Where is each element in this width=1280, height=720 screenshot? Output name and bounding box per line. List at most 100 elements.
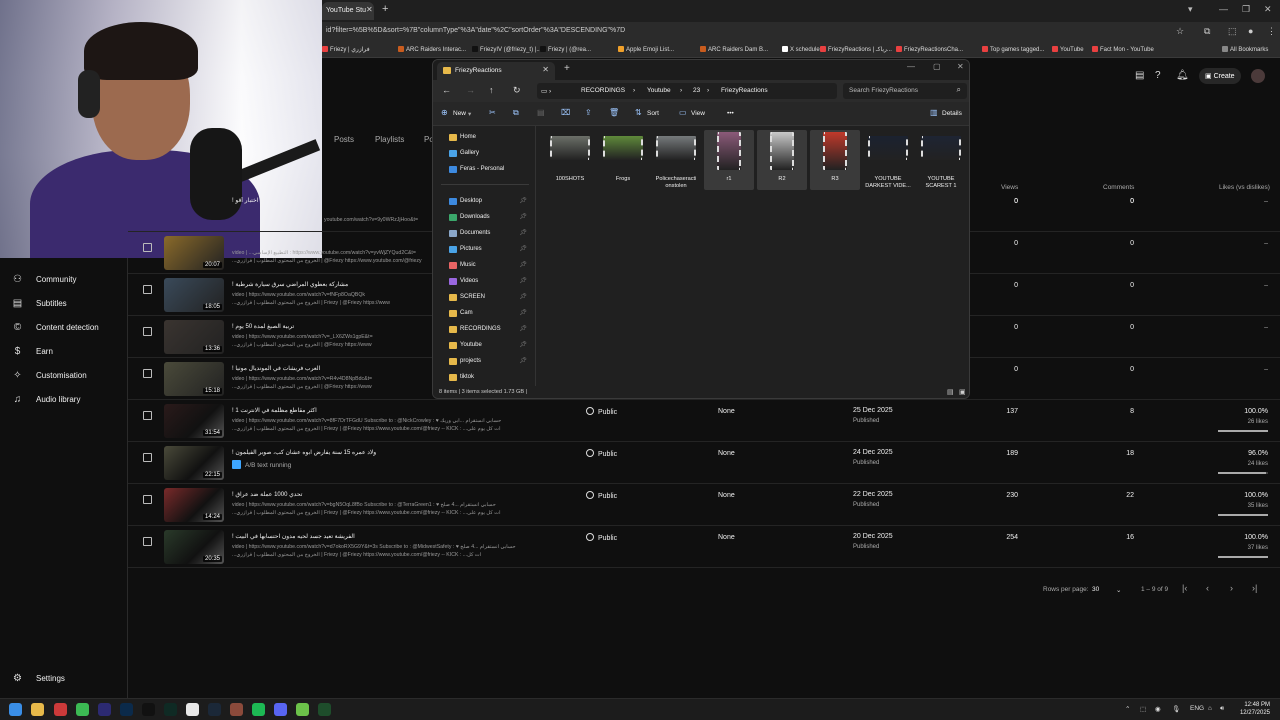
- bookmark-item[interactable]: ARC Raiders Interac...: [398, 46, 466, 53]
- pin-icon[interactable]: 📌︎: [519, 213, 527, 220]
- extensions-icon-2[interactable]: ⬚: [1228, 26, 1237, 37]
- row-checkbox[interactable]: [143, 369, 152, 378]
- bookmark-item[interactable]: Fact Mon - YouTube: [1092, 46, 1154, 53]
- pin-icon[interactable]: 📌︎: [519, 293, 527, 300]
- help-icon[interactable]: ?: [1155, 70, 1161, 81]
- bookmark-item[interactable]: Top games tagged...: [982, 46, 1044, 53]
- tray-icon-2[interactable]: ◉: [1155, 705, 1161, 713]
- sidebar-item-projects[interactable]: projects 📌︎: [433, 354, 533, 370]
- video-thumbnail[interactable]: 22:15: [164, 446, 224, 480]
- video-title[interactable]: ! تربية الصبغ لمدة 50 يوم: [232, 323, 462, 330]
- visibility-cell[interactable]: Public: [586, 449, 617, 458]
- star-icon[interactable]: ☆: [1176, 26, 1184, 37]
- table-row[interactable]: youtube.com/watch?v=9y0WRzJjHoo&t= 0 0 –: [324, 190, 1280, 232]
- feedback-icon[interactable]: ▤: [1135, 70, 1144, 81]
- bookmark-item[interactable]: X schedule: [782, 46, 820, 53]
- next-page-icon[interactable]: ›: [1230, 583, 1233, 593]
- copy-icon[interactable]: ⧉: [513, 108, 519, 118]
- new-tab-icon[interactable]: +: [564, 63, 570, 74]
- row-checkbox[interactable]: [143, 537, 152, 546]
- file-item[interactable]: Policechaseracti onstolen: [651, 130, 701, 190]
- url-text[interactable]: id?filter=%5B%5D&sort=%7B"columnType"%3A…: [326, 27, 625, 34]
- lang-indicator[interactable]: ENG: [1190, 705, 1204, 712]
- sidebar-item-desktop[interactable]: Desktop 📌︎: [433, 194, 533, 210]
- bookmark-item[interactable]: Friezy | (@rea...: [540, 46, 591, 53]
- new-tab-icon[interactable]: +: [382, 3, 388, 15]
- sidebar-item-gallery[interactable]: Gallery: [433, 146, 533, 162]
- file-item[interactable]: R3: [810, 130, 860, 190]
- file-item[interactable]: YOUTUBE DARKEST VIDE...: [863, 130, 913, 190]
- visibility-cell[interactable]: Public: [586, 533, 617, 542]
- bookmark-item[interactable]: YouTube: [1052, 46, 1084, 53]
- table-row[interactable]: 14:24 ! تحدي 1000 عملة ضد عراق video | htt…: [128, 484, 1280, 526]
- mic-icon[interactable]: 🎙︎: [1172, 705, 1180, 713]
- file-item[interactable]: r1: [704, 130, 754, 190]
- video-thumbnail[interactable]: 13:36: [164, 320, 224, 354]
- capcut-icon[interactable]: [164, 703, 177, 716]
- video-title[interactable]: ! مشاركة بعطوي المراضي سرق سيارة شرطية: [232, 281, 462, 288]
- visibility-cell[interactable]: Public: [586, 491, 617, 500]
- pin-icon[interactable]: 📌︎: [519, 261, 527, 268]
- row-checkbox[interactable]: [143, 285, 152, 294]
- table-row[interactable]: 22:15 ! ولاد عمره 15 سنة يفارض ابوه عشان …: [128, 442, 1280, 484]
- close-icon[interactable]: ✕: [542, 65, 549, 74]
- steam-icon[interactable]: [208, 703, 221, 716]
- bookmark-item[interactable]: Friezy | فرازري: [322, 46, 370, 53]
- obs-icon[interactable]: [186, 703, 199, 716]
- sidebar-item-earn[interactable]: $ Earn: [0, 340, 128, 364]
- sidebar-item-downloads[interactable]: Downloads 📌︎: [433, 210, 533, 226]
- photoshop-icon[interactable]: [120, 703, 133, 716]
- chevron-down-icon[interactable]: ▾: [468, 110, 471, 118]
- sidebar-item-youtube[interactable]: Youtube 📌︎: [433, 338, 533, 354]
- paste-icon[interactable]: ▤: [537, 108, 545, 117]
- minimize-icon[interactable]: —: [907, 62, 915, 71]
- spotify-icon[interactable]: [252, 703, 265, 716]
- pin-icon[interactable]: 📌︎: [519, 229, 527, 236]
- cut-icon[interactable]: ✂: [489, 108, 496, 117]
- sort-button[interactable]: Sort: [647, 110, 659, 117]
- row-checkbox[interactable]: [143, 453, 152, 462]
- video-thumbnail[interactable]: 20:07: [164, 236, 224, 270]
- video-title[interactable]: ! اختبار أقو: [232, 197, 462, 204]
- restore-icon[interactable]: ▢: [933, 62, 941, 71]
- video-thumbnail[interactable]: 18:05: [164, 278, 224, 312]
- notification-bell-icon[interactable]: 🔔︎: [1176, 70, 1189, 81]
- details-view-icon[interactable]: ▤: [947, 388, 954, 396]
- table-row[interactable]: 31:54 ! اكثر مقاطع مظلمة في الانترنت 1 vid…: [128, 400, 1280, 442]
- menu-icon[interactable]: ⋮: [1267, 26, 1276, 37]
- row-checkbox[interactable]: [143, 411, 152, 420]
- breadcrumb-23[interactable]: 23: [693, 87, 700, 94]
- refresh-icon[interactable]: ↻: [513, 85, 521, 96]
- sidebar-item-documents[interactable]: Documents 📌︎: [433, 226, 533, 242]
- view-button[interactable]: View: [691, 110, 705, 117]
- address-bar[interactable]: id?filter=%5B%5D&sort=%7B"columnType"%3A…: [322, 22, 1280, 42]
- bookmark-item[interactable]: FriezyReactions | رياكـ...: [820, 46, 892, 53]
- pin-icon[interactable]: 📌︎: [519, 197, 527, 204]
- app-icon-red[interactable]: [54, 703, 67, 716]
- tab-playlists[interactable]: Playlists: [375, 135, 404, 144]
- bookmark-item[interactable]: FriezyIV (@friezy_t) |...: [472, 46, 541, 53]
- breadcrumb-recordings[interactable]: RECORDINGS: [581, 87, 625, 94]
- volume-icon[interactable]: 🔊︎: [1220, 705, 1224, 713]
- video-thumbnail[interactable]: 15:18: [164, 362, 224, 396]
- create-button[interactable]: ▣ Create: [1199, 68, 1241, 84]
- pin-icon[interactable]: 📌︎: [519, 245, 527, 252]
- new-button[interactable]: New: [453, 110, 466, 117]
- sidebar-item-cam[interactable]: Cam 📌︎: [433, 306, 533, 322]
- sidebar-item-screen[interactable]: SCREEN 📌︎: [433, 290, 533, 306]
- minimize-icon[interactable]: —: [1219, 4, 1228, 14]
- visibility-cell[interactable]: Public: [586, 407, 617, 416]
- restore-icon[interactable]: ❐: [1242, 4, 1250, 15]
- sidebar-item-community[interactable]: ⚇ Community: [0, 268, 128, 292]
- pin-icon[interactable]: 📌︎: [519, 325, 527, 332]
- start-icon[interactable]: [9, 703, 22, 716]
- premiere-icon[interactable]: [98, 703, 111, 716]
- sidebar-item-settings[interactable]: ⚙ Settings: [0, 667, 128, 691]
- share-icon[interactable]: ⇪: [585, 108, 592, 117]
- video-title[interactable]: ! ولاد عمره 15 سنة يفارض ابوه عشان كب، ص…: [232, 449, 462, 456]
- all-bookmarks[interactable]: All Bookmarks: [1222, 46, 1268, 53]
- tab-posts[interactable]: Posts: [334, 135, 354, 144]
- file-item[interactable]: Frogs: [598, 130, 648, 190]
- last-page-icon[interactable]: ›|: [1252, 583, 1257, 593]
- bookmark-item[interactable]: FriezyReactionsCha...: [896, 46, 963, 53]
